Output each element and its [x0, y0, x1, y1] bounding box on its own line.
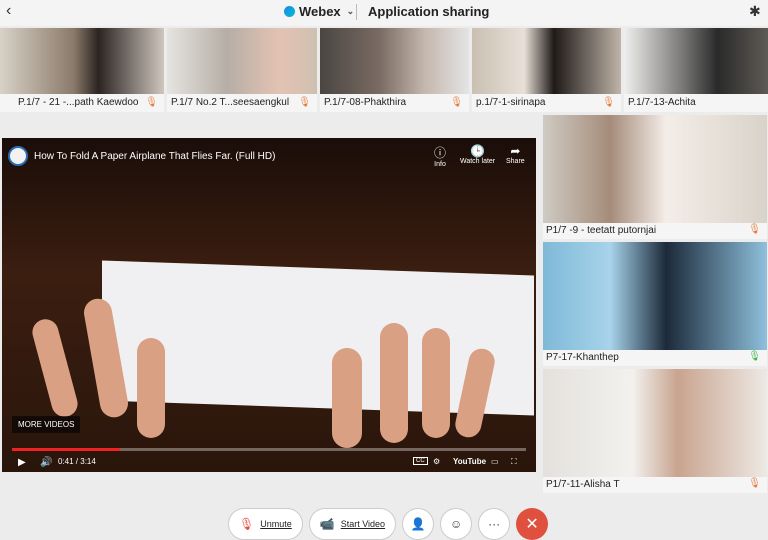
video-title: How To Fold A Paper Airplane That Flies … — [34, 151, 276, 162]
webex-logo-icon — [284, 6, 295, 17]
hand — [29, 316, 81, 420]
side-participant-tile[interactable]: P1/7-11-Alisha T 🎙 — [543, 369, 767, 493]
participant-name: P.1/7 No.2 T...seesaengkul — [167, 94, 317, 112]
start-video-button[interactable]: 📹 Start Video — [308, 508, 397, 540]
youtube-logo[interactable]: YouTube — [453, 457, 486, 466]
bluetooth-icon: ✱ — [749, 3, 761, 19]
participant-name: p.1/7-1-sirinapa — [472, 94, 621, 112]
top-bar: ‹ Webex ⌄ Application sharing ✱ — [0, 0, 768, 26]
info-label: Info — [434, 161, 446, 168]
unmute-button[interactable]: 🎙 Unmute — [228, 508, 303, 540]
mute-mic-icon: 🎙 — [145, 97, 158, 108]
share-button[interactable]: ➦ Share — [506, 144, 525, 165]
participant-tile[interactable]: P.1/7-13-Achita — [624, 28, 768, 112]
channel-logo-icon — [8, 146, 28, 166]
participant-name: P1/7 -9 - teetatt putornjai — [543, 223, 767, 239]
start-video-label: Start Video — [340, 519, 386, 529]
participant-video — [320, 28, 469, 94]
play-icon[interactable]: ▶ — [18, 457, 26, 468]
shared-video-player[interactable]: How To Fold A Paper Airplane That Flies … — [2, 138, 536, 472]
more-options-button[interactable]: ··· — [478, 508, 511, 540]
mute-mic-icon: 🎙 — [298, 97, 311, 108]
divider — [356, 4, 357, 20]
chevron-down-icon: ⌄ — [346, 6, 355, 16]
participant-tile[interactable]: p.1/7-1-sirinapa 🎙 — [472, 28, 621, 112]
app-switcher[interactable]: Webex ⌄ — [284, 4, 354, 19]
mute-mic-icon: 🎙 — [602, 97, 615, 108]
side-participant-tile[interactable]: P7-17-Khanthep 🎙 — [543, 242, 767, 366]
mute-mic-icon: 🎙 — [748, 478, 761, 489]
clock-icon: 🕒 — [470, 144, 486, 158]
participant-name: P.1/7-08-Phakthira — [320, 94, 469, 112]
end-call-button[interactable]: ✕ — [516, 508, 549, 540]
sharing-mode-title: Application sharing — [368, 4, 490, 19]
mute-mic-icon: 🎙 — [450, 97, 463, 108]
cc-button[interactable]: CC — [413, 457, 428, 465]
mute-mic-icon: 🎙 — [239, 517, 255, 531]
participant-video — [543, 369, 767, 477]
side-participant-tile[interactable]: P1/7 -9 - teetatt putornjai 🎙 — [543, 115, 767, 239]
hand — [137, 338, 165, 438]
call-controls: 🎙 Unmute 📹 Start Video 👤 ☺ ··· ✕ — [228, 508, 549, 540]
settings-icon[interactable]: ⚙ — [433, 457, 440, 466]
unmute-label: Unmute — [260, 519, 292, 529]
participant-tile[interactable]: P.1/7 No.2 T...seesaengkul 🎙 — [167, 28, 317, 112]
participant-tile[interactable]: P.1/7 - 21 -...path Kaewdoo 🎙 — [0, 28, 164, 112]
fullscreen-icon[interactable]: ⛶ — [511, 457, 517, 467]
participant-video — [543, 115, 767, 223]
share-icon: ➦ — [510, 144, 521, 158]
mute-mic-icon: 🎙 — [748, 224, 761, 235]
participant-tile[interactable]: P.1/7-08-Phakthira 🎙 — [320, 28, 469, 112]
participant-strip[interactable]: P.1/7 - 21 -...path Kaewdoo 🎙 P.1/7 No.2… — [0, 28, 768, 112]
video-off-icon: 📹 — [319, 517, 335, 531]
participant-video — [167, 28, 317, 94]
participant-name: P1/7-11-Alisha T — [543, 477, 767, 493]
progress-bar[interactable] — [12, 448, 526, 451]
hand — [332, 348, 362, 448]
cast-icon[interactable]: ▭ — [491, 457, 499, 466]
info-icon: ⓘ — [434, 146, 447, 160]
info-button[interactable]: ⓘ Info — [434, 144, 446, 168]
back-icon[interactable]: ‹ — [6, 2, 11, 20]
share-label: Share — [506, 158, 525, 165]
participant-name: P.1/7-13-Achita — [624, 94, 768, 112]
volume-icon[interactable]: 🔊 — [40, 457, 52, 468]
participants-button[interactable]: 👤 — [402, 508, 435, 540]
app-name: Webex — [299, 4, 341, 19]
progress-fill — [12, 448, 120, 451]
hand — [380, 323, 408, 443]
participant-name: P7-17-Khanthep — [543, 350, 767, 366]
participant-video — [624, 28, 768, 94]
watch-later-button[interactable]: 🕒 Watch later — [460, 144, 495, 165]
reactions-button[interactable]: ☺ — [440, 508, 473, 540]
watch-later-label: Watch later — [460, 158, 496, 165]
participant-video — [543, 242, 767, 350]
player-controls: ▶ 🔊 0:41 / 3:14 CC ⚙ YouTube ▭ ⛶ — [2, 454, 536, 472]
more-videos-button[interactable]: MORE VIDEOS — [12, 416, 81, 433]
participant-name: P.1/7 - 21 -...path Kaewdoo — [0, 94, 164, 112]
active-mic-icon: 🎙 — [748, 351, 761, 362]
participant-video — [0, 28, 164, 94]
participant-video — [472, 28, 621, 94]
hand — [422, 328, 450, 438]
time-display: 0:41 / 3:14 — [58, 457, 96, 466]
